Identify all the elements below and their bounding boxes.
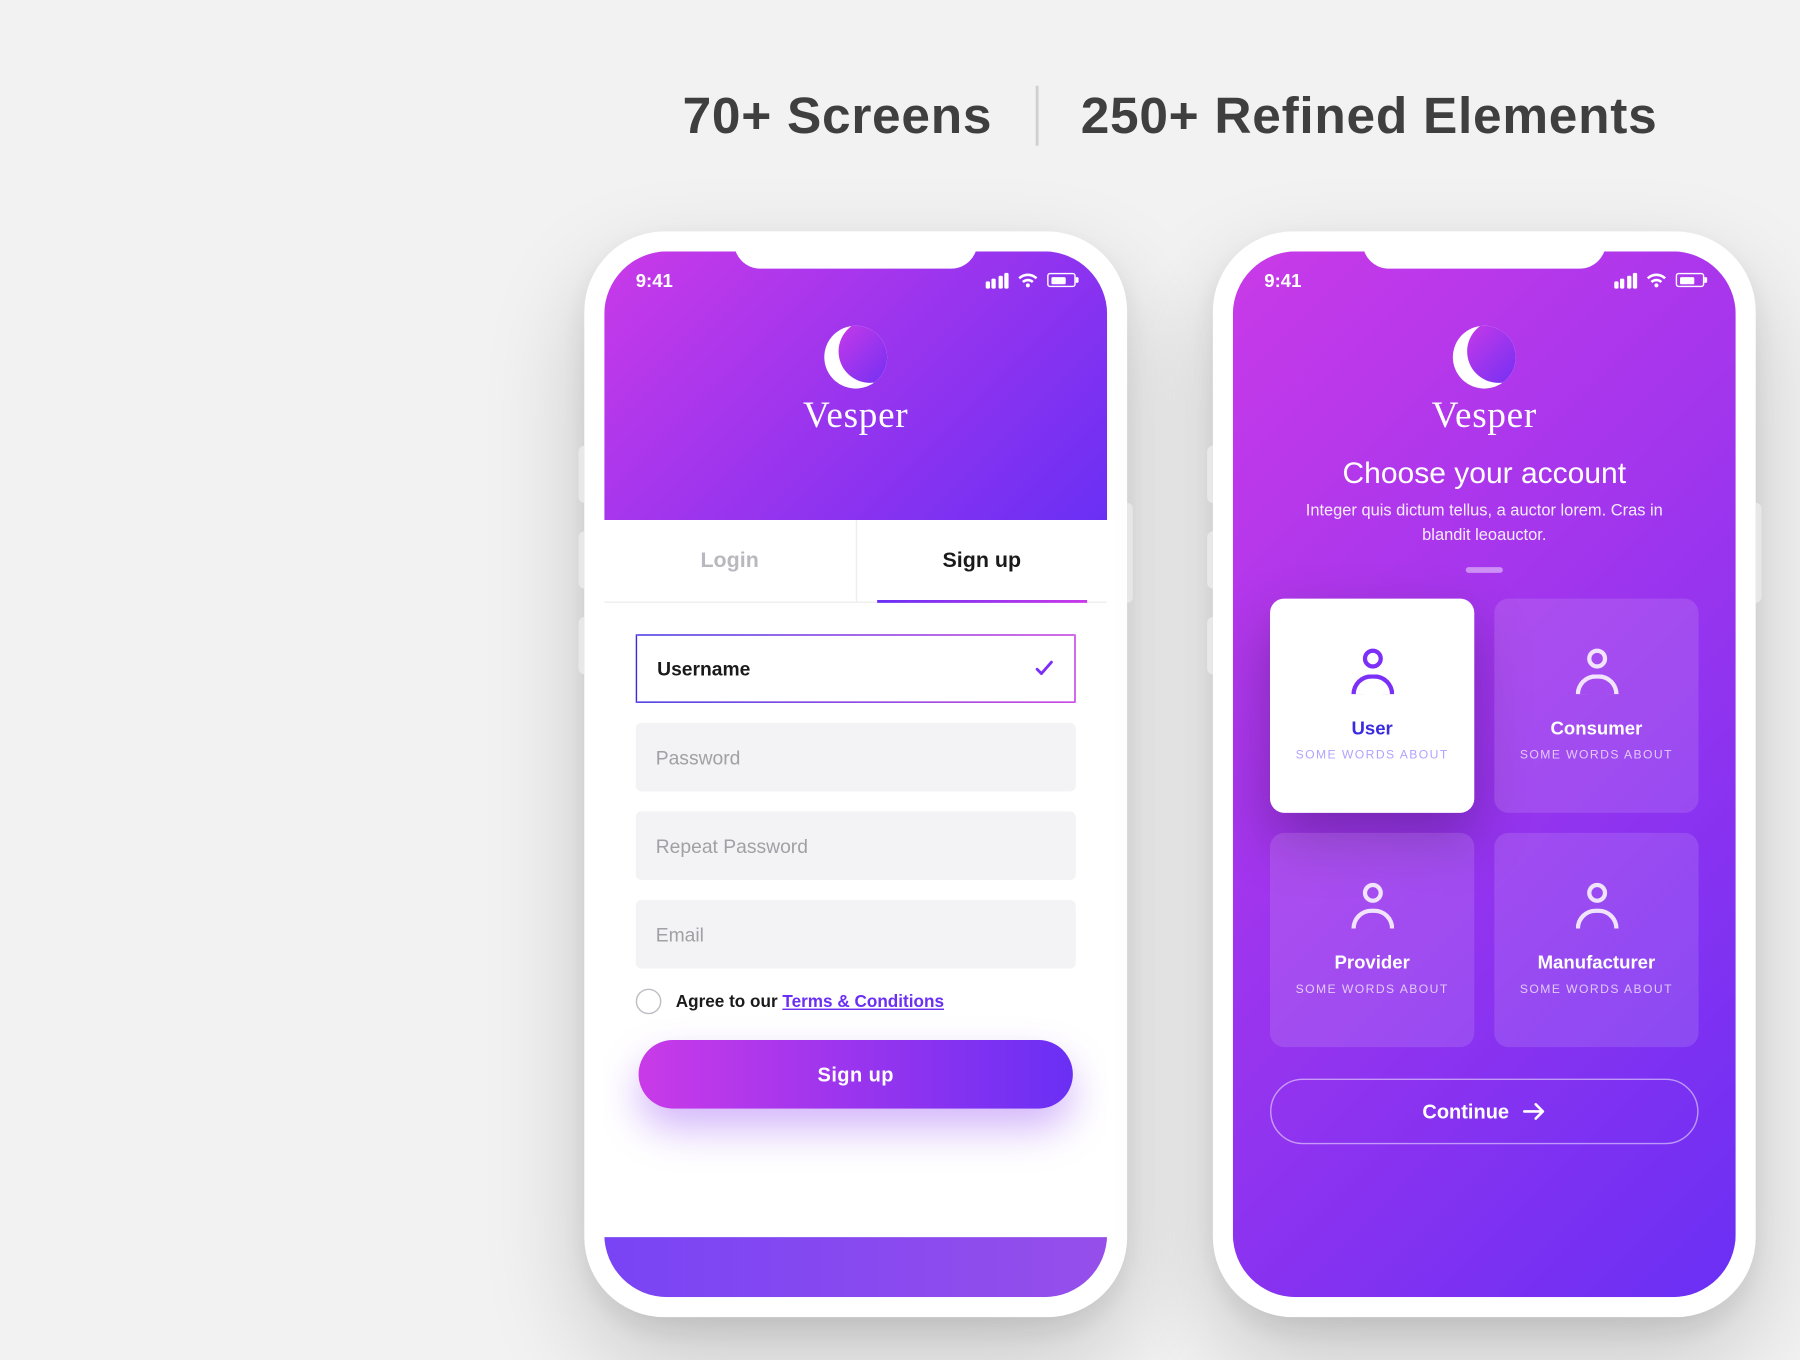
card-title: Consumer [1550, 717, 1642, 738]
password-field[interactable]: Password [636, 723, 1076, 792]
person-icon [1342, 883, 1402, 943]
wifi-icon [1017, 272, 1038, 288]
terms-link[interactable]: Terms & Conditions [782, 991, 944, 1011]
person-icon [1566, 883, 1626, 943]
headline-right: 250+ Refined Elements [1081, 86, 1658, 146]
battery-icon [1047, 273, 1076, 287]
drag-handle[interactable] [1466, 566, 1503, 572]
email-field[interactable]: Email [636, 900, 1076, 969]
footer-strip [604, 1237, 1107, 1297]
card-title: User [1351, 717, 1392, 738]
continue-button[interactable]: Continue [1270, 1078, 1699, 1144]
status-time: 9:41 [636, 269, 673, 290]
account-card-provider[interactable]: Provider SOME WORDS ABOUT [1270, 832, 1474, 1046]
repeat-password-field[interactable]: Repeat Password [636, 811, 1076, 880]
app-header: 9:41 Vesper [604, 251, 1107, 520]
brand-name: Vesper [1432, 394, 1537, 437]
wifi-icon [1646, 272, 1667, 288]
moon-icon [1453, 326, 1516, 389]
moon-icon [824, 326, 887, 389]
signal-icon [985, 272, 1009, 288]
card-desc: SOME WORDS ABOUT [1296, 981, 1449, 995]
arrow-right-icon [1523, 1102, 1546, 1119]
marketing-headline: 70+ Screens 250+ Refined Elements [270, 86, 1800, 146]
device-notch [734, 231, 977, 268]
auth-tabs: Login Sign up [604, 520, 1107, 603]
tab-signup[interactable]: Sign up [855, 520, 1107, 601]
card-desc: SOME WORDS ABOUT [1520, 747, 1673, 761]
repeat-password-label: Repeat Password [656, 835, 808, 856]
account-card-user[interactable]: User SOME WORDS ABOUT [1270, 598, 1474, 812]
terms-text: Agree to our Terms & Conditions [676, 991, 944, 1011]
brand-name: Vesper [803, 394, 908, 437]
password-label: Password [656, 746, 741, 767]
account-type-grid: User SOME WORDS ABOUT Consumer SOME WORD… [1270, 598, 1699, 1047]
headline-separator [1035, 86, 1038, 146]
person-icon [1566, 649, 1626, 709]
card-title: Manufacturer [1538, 951, 1656, 972]
account-card-manufacturer[interactable]: Manufacturer SOME WORDS ABOUT [1494, 832, 1698, 1046]
signal-icon [1614, 272, 1638, 288]
device-choose-account: 9:41 Vesper Choose your acc [1213, 231, 1756, 1317]
card-desc: SOME WORDS ABOUT [1296, 747, 1449, 761]
status-time: 9:41 [1264, 269, 1301, 290]
battery-icon [1676, 273, 1705, 287]
headline-left: 70+ Screens [683, 86, 993, 146]
card-title: Provider [1334, 951, 1409, 972]
tab-login[interactable]: Login [604, 520, 855, 601]
device-signup: 9:41 Vesper [584, 231, 1127, 1317]
check-icon [1034, 659, 1054, 679]
page-subtitle: Integer quis dictum tellus, a auctor lor… [1299, 500, 1670, 549]
device-notch [1363, 231, 1606, 268]
signup-panel: Login Sign up Username Password [604, 520, 1107, 1297]
app-logo: Vesper [1432, 326, 1537, 437]
account-card-consumer[interactable]: Consumer SOME WORDS ABOUT [1494, 598, 1698, 812]
card-desc: SOME WORDS ABOUT [1520, 981, 1673, 995]
continue-label: Continue [1422, 1099, 1509, 1122]
terms-radio[interactable] [636, 989, 662, 1015]
username-field[interactable]: Username [636, 634, 1076, 703]
person-icon [1342, 649, 1402, 709]
email-label: Email [656, 924, 704, 945]
username-label: Username [657, 658, 750, 679]
page-title: Choose your account [1343, 457, 1627, 491]
signup-button[interactable]: Sign up [639, 1040, 1073, 1109]
app-logo: Vesper [803, 326, 908, 520]
terms-row[interactable]: Agree to our Terms & Conditions [636, 989, 1076, 1015]
